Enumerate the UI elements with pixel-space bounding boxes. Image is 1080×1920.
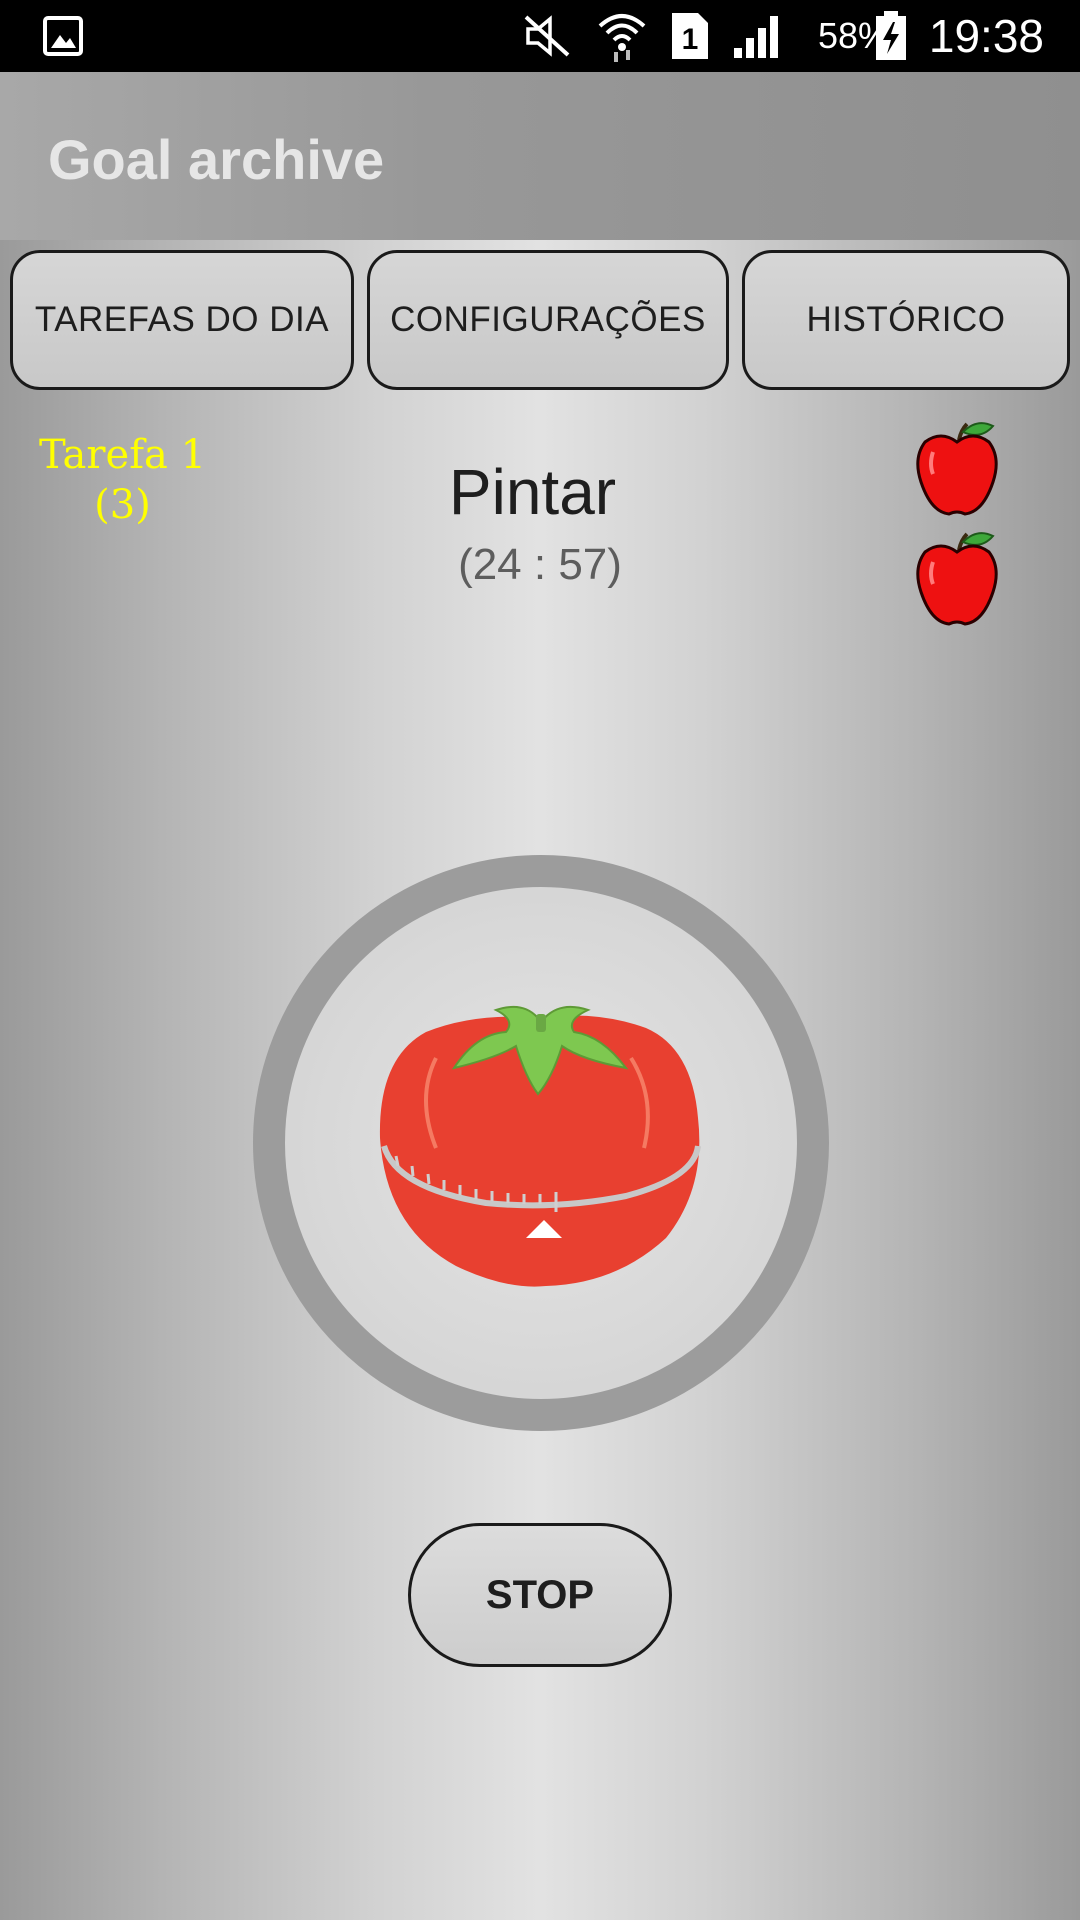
task-count: (3) (94, 482, 151, 528)
signal-icon (732, 0, 786, 72)
battery-charging-icon (874, 0, 908, 72)
clock: 19:38 (928, 10, 1044, 62)
tab-historico[interactable]: HISTÓRICO (742, 250, 1070, 390)
svg-text:1: 1 (682, 23, 699, 56)
app-title: Goal archive (48, 128, 385, 191)
task-number: Tarefa 1 (38, 432, 207, 478)
app-bar: Goal archive (0, 72, 1080, 240)
tab-configuracoes[interactable]: CONFIGURAÇÕES (367, 250, 729, 390)
task-timer: (24 : 57) (458, 540, 622, 589)
gallery-icon (42, 0, 84, 72)
tomato-timer-icon (379, 1006, 701, 1287)
apple-icon (916, 422, 998, 516)
apple-icon (916, 532, 998, 626)
task-label: Tarefa 1 (3) (20, 430, 225, 530)
tab-tarefas-do-dia[interactable]: TAREFAS DO DIA (10, 250, 354, 390)
wifi-icon (596, 0, 648, 72)
status-bar: 1 58% 19:38 (0, 0, 1080, 72)
stop-button[interactable]: STOP (408, 1523, 672, 1667)
sim-icon: 1 (670, 0, 710, 72)
mute-icon (522, 0, 572, 72)
task-name: Pintar (448, 456, 617, 528)
